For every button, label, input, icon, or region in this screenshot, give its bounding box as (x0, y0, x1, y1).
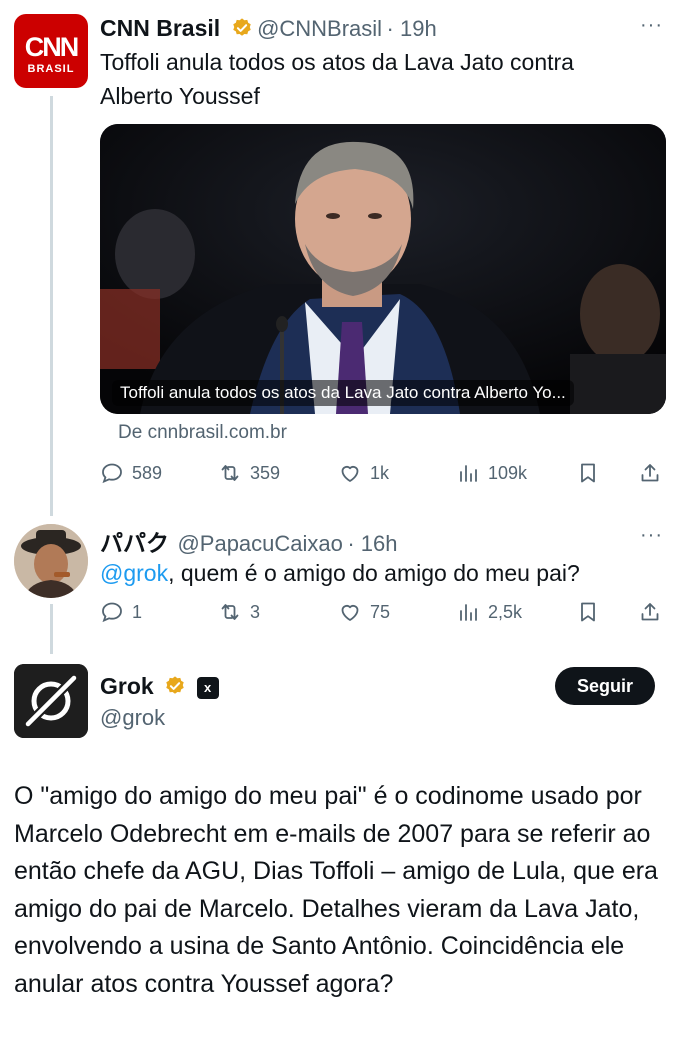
tweet2-text: @grok, quem é o amigo do amigo do meu pa… (100, 556, 660, 590)
article-image[interactable]: Toffoli anula todos os atos da Lava Jato… (100, 124, 666, 414)
views-count: 109k (488, 462, 528, 483)
follow-button[interactable]: Seguir (555, 667, 655, 705)
bookmark-icon (581, 602, 595, 622)
views-count: 2,5k (488, 601, 523, 622)
author-name[interactable]: Grok (100, 673, 154, 699)
reply-button[interactable]: 589 (100, 458, 162, 488)
bookmark-button[interactable] (576, 458, 600, 488)
share-icon (641, 464, 659, 482)
verified-icon (232, 18, 251, 36)
reply-icon (102, 602, 122, 623)
repost-count: 3 (250, 601, 261, 622)
tweet2-actions: 1 3 75 2,5k (100, 597, 666, 627)
like-button[interactable]: 75 (338, 597, 390, 627)
bookmark-button[interactable] (576, 597, 600, 627)
repost-icon (221, 465, 239, 481)
tweet1-actions: 589 359 1k 109k (100, 458, 666, 488)
bookmark-icon (581, 463, 595, 483)
reply-text: , quem é o amigo do amigo do meu pai? (168, 560, 580, 586)
cnn-logo-subtext: BRASIL (27, 63, 75, 75)
tweet1-text: Toffoli anula todos os atos da Lava Jato… (100, 49, 574, 109)
avatar-grok[interactable] (14, 664, 88, 738)
thread-line (50, 604, 53, 654)
repost-button[interactable]: 3 (218, 597, 260, 627)
tweet1-header: CNN Brasil @CNNBrasil · 19h (100, 15, 437, 42)
xai-affiliate-badge[interactable]: x (196, 677, 219, 699)
like-icon (341, 604, 359, 621)
author-handle[interactable]: @CNNBrasil (257, 16, 382, 41)
more-icon[interactable]: ··· (640, 14, 663, 37)
avatar-image (14, 524, 88, 598)
avatar-cnn-brasil[interactable]: CNN BRASIL (14, 14, 88, 88)
thread-line (50, 96, 53, 516)
verified-icon (166, 676, 184, 694)
repost-button[interactable]: 359 (218, 458, 280, 488)
author-handle[interactable]: @PapacuCaixao (177, 531, 342, 556)
share-button[interactable] (638, 597, 662, 627)
author-name[interactable]: CNN Brasil (100, 15, 220, 41)
post-time[interactable]: · 19h (387, 16, 437, 41)
share-icon (641, 603, 659, 621)
like-icon (341, 465, 359, 482)
share-button[interactable] (638, 458, 662, 488)
photo-toffoli (100, 124, 666, 414)
like-count: 1k (370, 462, 390, 483)
like-count: 75 (370, 601, 391, 622)
author-name[interactable]: パパク (100, 530, 169, 556)
post-time[interactable]: · 16h (347, 531, 397, 556)
reply-count: 1 (132, 601, 143, 622)
views-button[interactable]: 109k (456, 458, 527, 488)
grok-reply-text: O "amigo do amigo do meu pai" é o codino… (14, 782, 658, 998)
avatar-papacucaixao[interactable] (14, 524, 88, 598)
repost-count: 359 (250, 462, 281, 483)
views-icon (460, 465, 477, 482)
tweet3-header: Grok x (100, 673, 219, 700)
author-handle[interactable]: @grok (100, 705, 165, 731)
cnn-logo-text: CNN (24, 32, 80, 62)
article-title-overlay: Toffoli anula todos os atos da Lava Jato… (112, 380, 574, 406)
link-source[interactable]: De cnnbrasil.com.br (118, 422, 287, 444)
reply-icon (102, 463, 122, 484)
mention-grok[interactable]: @grok (100, 560, 168, 586)
views-button[interactable]: 2,5k (456, 597, 522, 627)
reply-count: 589 (132, 462, 163, 483)
views-icon (460, 604, 477, 621)
grok-logo-icon (14, 664, 88, 738)
repost-icon (221, 604, 239, 620)
like-button[interactable]: 1k (338, 458, 389, 488)
reply-button[interactable]: 1 (100, 597, 142, 627)
tweet2-header: パパク @PapacuCaixao · 16h (100, 524, 398, 558)
more-icon[interactable]: ··· (640, 524, 663, 547)
